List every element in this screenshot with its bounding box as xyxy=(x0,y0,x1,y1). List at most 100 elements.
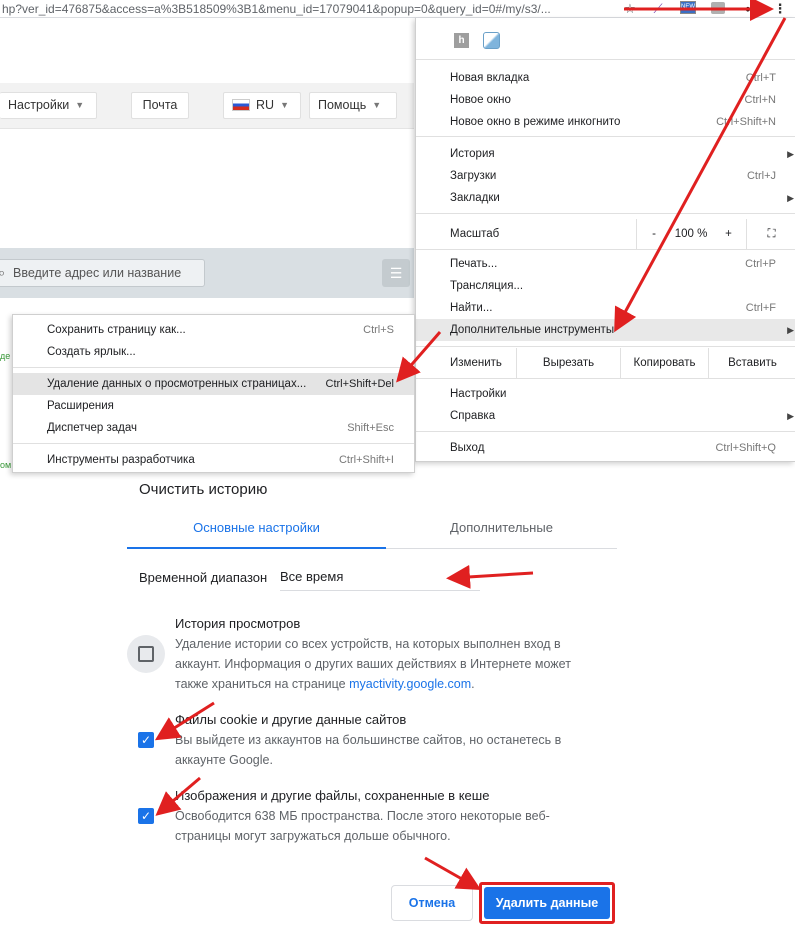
copy-button[interactable]: Копировать xyxy=(620,348,708,378)
description-line: Удаление истории со всех устройств, на к… xyxy=(175,637,561,651)
myactivity-link[interactable]: myactivity.google.com xyxy=(349,677,471,691)
menu-divider xyxy=(416,136,795,137)
extension-icon-2[interactable] xyxy=(710,1,726,16)
menu-item-label: Сохранить страницу как... xyxy=(47,324,186,336)
shortcut-label: Ctrl+Shift+Q xyxy=(715,442,776,454)
text-fragment: ом xyxy=(0,460,12,470)
menu-item-label: Выход xyxy=(450,442,485,454)
menu-item-label: Удаление данных о просмотренных страница… xyxy=(47,378,307,390)
shortcut-label: Ctrl+Shift+N xyxy=(716,116,776,128)
list-view-button[interactable]: ☰ xyxy=(382,259,410,287)
mail-button[interactable]: Почта xyxy=(131,92,189,119)
cut-button[interactable]: Вырезать xyxy=(516,348,620,378)
shortcut-label: Ctrl+Shift+Del xyxy=(325,378,394,390)
menu-item-bookmarks[interactable]: Закладки ▶ xyxy=(416,187,795,209)
description-line: аккаунте Google. xyxy=(175,753,273,767)
cookies-checkbox[interactable]: ✓ xyxy=(138,732,154,748)
menu-item-find[interactable]: Найти... Ctrl+F xyxy=(416,297,795,319)
kebab-menu-icon[interactable]: ⋮ xyxy=(772,1,788,16)
zoom-in-button[interactable]: + xyxy=(711,219,746,249)
menu-item-print[interactable]: Печать... Ctrl+P xyxy=(416,253,795,275)
h-extension-icon[interactable]: h xyxy=(454,33,469,48)
tab-basic-settings[interactable]: Основные настройки xyxy=(127,520,386,549)
chevron-down-icon: ▼ xyxy=(280,100,289,110)
menu-item-new-window[interactable]: Новое окно Ctrl+N xyxy=(416,89,795,111)
chevron-down-icon: ▼ xyxy=(75,100,85,110)
menu-item-downloads[interactable]: Загрузки Ctrl+J xyxy=(416,165,795,187)
new-badge-icon[interactable]: NEW xyxy=(680,1,698,16)
site-navigation: Настройки ▼ Почта RU ▼ Помощь ▼ xyxy=(0,83,414,129)
menu-item-dev-tools[interactable]: Инструменты разработчика Ctrl+Shift+I xyxy=(13,449,414,471)
delete-data-button[interactable]: Удалить данные xyxy=(484,887,610,919)
menu-divider xyxy=(13,443,414,444)
menu-item-label: Новая вкладка xyxy=(450,72,530,84)
zoom-out-button[interactable]: - xyxy=(636,219,671,249)
chevron-right-icon: ▶ xyxy=(787,193,794,203)
chevron-right-icon: ▶ xyxy=(787,149,794,159)
menu-item-more-tools[interactable]: Дополнительные инструменты ▶ xyxy=(416,319,795,341)
shortcut-label: Ctrl+S xyxy=(363,324,394,336)
cancel-button[interactable]: Отмена xyxy=(391,885,473,921)
menu-item-label: Дополнительные инструменты xyxy=(450,324,615,336)
menu-item-label: Загрузки xyxy=(450,170,497,182)
chevron-down-icon: ▼ xyxy=(372,100,382,110)
time-range-select[interactable]: Все время xyxy=(280,569,480,591)
bookmark-extension-icon[interactable] xyxy=(483,32,500,49)
menu-item-save-page[interactable]: Сохранить страницу как... Ctrl+S xyxy=(13,319,414,341)
menu-item-label: Печать... xyxy=(450,258,498,270)
menu-item-extensions[interactable]: Расширения xyxy=(13,395,414,417)
browsing-history-checkbox[interactable] xyxy=(138,646,154,662)
menu-item-label: Найти... xyxy=(450,302,493,314)
paste-button[interactable]: Вставить xyxy=(708,348,795,378)
star-icon[interactable]: ☆ xyxy=(622,1,638,16)
search-placeholder: Введите адрес или название xyxy=(13,266,182,280)
zoom-value: 100 % xyxy=(674,228,708,240)
description-line: Освободится 638 МБ пространства. После э… xyxy=(175,809,550,823)
list-icon: ☰ xyxy=(389,265,403,281)
cached-images-checkbox[interactable]: ✓ xyxy=(138,808,154,824)
settings-dropdown[interactable]: Настройки ▼ xyxy=(0,92,97,119)
delete-button-highlight: Удалить данные xyxy=(479,882,615,924)
language-dropdown[interactable]: RU ▼ xyxy=(223,92,301,119)
option-title: Изображения и другие файлы, сохраненные … xyxy=(175,788,490,803)
shortcut-label: Ctrl+T xyxy=(745,72,776,84)
description-line: Вы выйдете из аккаунтов на большинстве с… xyxy=(175,733,562,747)
menu-item-label: Справка xyxy=(450,410,496,422)
shortcut-label: Ctrl+F xyxy=(745,302,776,314)
chevron-right-icon: ▶ xyxy=(787,325,794,335)
fullscreen-icon[interactable]: ⛶ xyxy=(746,219,795,249)
shortcut-label: Ctrl+Shift+I xyxy=(338,454,394,466)
menu-item-incognito[interactable]: Новое окно в режиме инкогнито Ctrl+Shift… xyxy=(416,111,795,133)
menu-divider xyxy=(416,59,795,60)
menu-item-clear-browsing-data[interactable]: Удаление данных о просмотренных страница… xyxy=(13,373,414,395)
dialog-title: Очистить историю xyxy=(139,481,268,498)
url-text[interactable]: hp?ver_id=476875&access=a%3B518509%3B1&m… xyxy=(2,2,551,16)
extension-icon[interactable]: ⟋ xyxy=(650,1,666,16)
menu-item-settings[interactable]: Настройки xyxy=(416,383,795,405)
menu-item-label: Настройки xyxy=(450,388,507,400)
arrow-to-delete-button xyxy=(424,856,482,890)
tab-advanced[interactable]: Дополнительные xyxy=(386,520,617,549)
description-line: аккаунт. Информация о других ваших дейст… xyxy=(175,657,571,671)
option-title: Файлы cookie и другие данные сайтов xyxy=(175,712,407,727)
menu-item-new-tab[interactable]: Новая вкладка Ctrl+T xyxy=(416,67,795,89)
menu-item-exit[interactable]: Выход Ctrl+Shift+Q xyxy=(416,437,795,459)
option-description: Вы выйдете из аккаунтов на большинстве с… xyxy=(175,730,605,770)
help-dropdown[interactable]: Помощь ▼ xyxy=(309,92,397,119)
text-fragment: де xyxy=(0,351,11,361)
menu-item-task-manager[interactable]: Диспетчер задач Shift+Esc xyxy=(13,417,414,439)
glasses-icon[interactable]: ∞ xyxy=(742,1,758,16)
address-search-input[interactable]: ⌕ Введите адрес или название xyxy=(0,259,205,287)
shortcut-label: Ctrl+N xyxy=(744,94,776,106)
menu-item-cast[interactable]: Трансляция... xyxy=(416,275,795,297)
menu-item-help[interactable]: Справка ▶ xyxy=(416,405,795,427)
menu-item-history[interactable]: История ▶ xyxy=(416,143,795,165)
menu-divider xyxy=(416,213,795,214)
address-bar[interactable]: hp?ver_id=476875&access=a%3B518509%3B1&m… xyxy=(0,0,795,18)
time-range-label: Временной диапазон xyxy=(139,570,268,585)
menu-item-label: Создать ярлык... xyxy=(47,346,136,358)
menu-item-label: Новое окно xyxy=(450,94,511,106)
menu-item-create-shortcut[interactable]: Создать ярлык... xyxy=(13,341,414,363)
search-icon: ⌕ xyxy=(0,265,6,280)
edit-row: Изменить Вырезать Копировать Вставить xyxy=(416,348,795,378)
